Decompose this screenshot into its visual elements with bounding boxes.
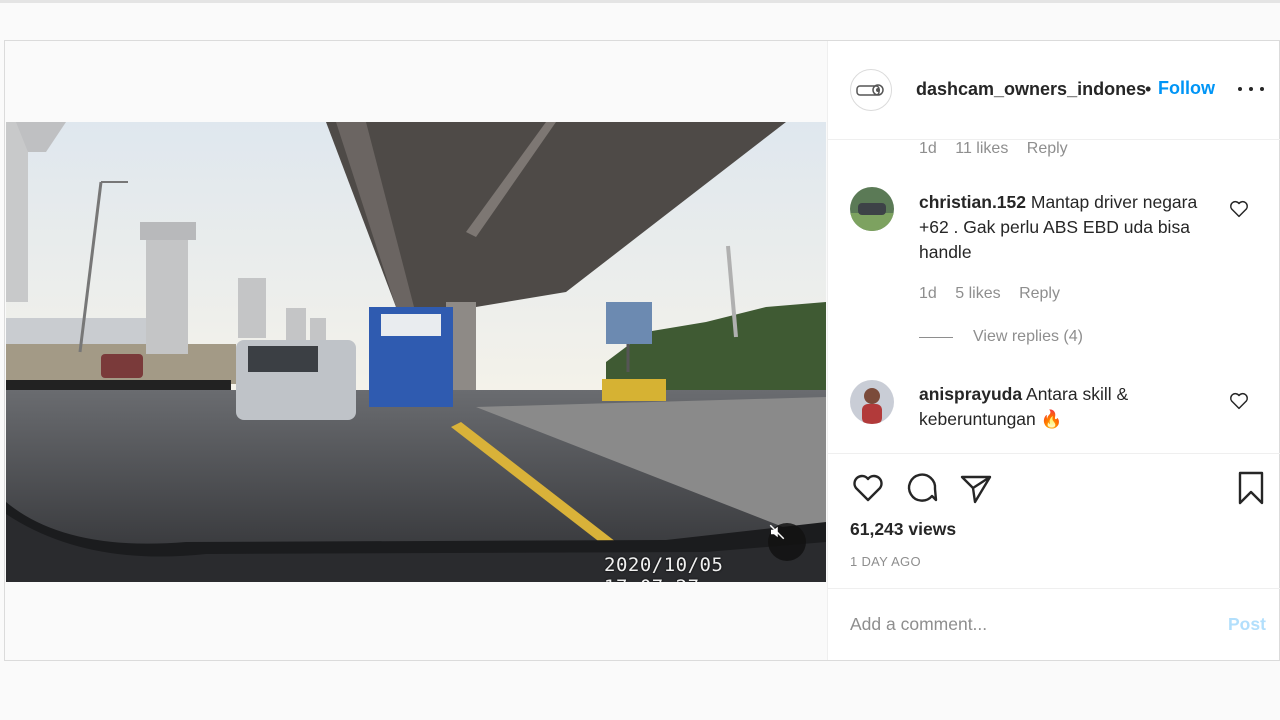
comment-icon[interactable] [904, 470, 940, 506]
post-header: dashcam_owners_indones • Follow [828, 41, 1280, 140]
bookmark-icon[interactable] [1233, 470, 1269, 506]
mute-button[interactable] [768, 523, 806, 561]
like-comment-heart-icon[interactable] [1228, 198, 1250, 220]
heart-icon[interactable] [850, 470, 886, 506]
more-options-icon[interactable] [1238, 77, 1264, 101]
header-separator: • [1145, 79, 1152, 99]
share-icon[interactable] [958, 470, 994, 506]
video-frame [6, 122, 826, 582]
comment-likes[interactable]: 5 likes [955, 285, 1000, 302]
comment-reply[interactable]: Reply [1019, 285, 1060, 302]
comment-username[interactable]: anisprayuda [919, 384, 1022, 404]
account-avatar[interactable] [850, 69, 892, 111]
comment-reply[interactable]: Reply [1027, 140, 1068, 157]
add-comment-input[interactable]: Add a comment... [850, 614, 987, 635]
account-username[interactable]: dashcam_owners_indones [916, 79, 1146, 100]
dashcam-video[interactable]: 2020/10/05 17:07:27 [6, 122, 826, 582]
view-count[interactable]: 61,243 views [850, 519, 956, 540]
mute-icon [769, 524, 785, 540]
comment-time: 1d [919, 285, 937, 302]
user-avatar-image [850, 187, 894, 231]
add-comment-divider [828, 588, 1280, 589]
like-comment-heart-icon[interactable] [1228, 390, 1250, 412]
comments-list: 1d 11 likes Reply christian.152 Mantap d… [828, 140, 1280, 450]
actions-divider [828, 453, 1280, 454]
comment-body: christian.152 Mantap driver negara +62 .… [919, 190, 1209, 265]
top-divider [0, 0, 1280, 3]
comment-body: anisprayuda Antara skill & keberuntungan… [919, 382, 1209, 432]
comment-username[interactable]: christian.152 [919, 192, 1026, 212]
comment-time: 1d [919, 140, 937, 157]
avatar[interactable] [850, 380, 894, 424]
post-comment-button[interactable]: Post [1228, 614, 1266, 635]
view-replies-label: View replies (4) [973, 328, 1083, 345]
post-sidebar: dashcam_owners_indones • Follow 1d 11 li… [827, 41, 1280, 660]
view-replies-button[interactable]: View replies (4) [919, 328, 1083, 346]
dashcam-logo-icon [856, 84, 884, 96]
replies-divider [919, 336, 953, 338]
post-time: 1 DAY AGO [850, 554, 921, 569]
comment-meta: 1d 11 likes Reply [919, 140, 1082, 158]
post-card: 2020/10/05 17:07:27 dashcam_owners_indon… [4, 40, 1280, 661]
post-media: 2020/10/05 17:07:27 [5, 41, 827, 660]
follow-button[interactable]: Follow [1158, 78, 1215, 99]
avatar[interactable] [850, 187, 894, 231]
comment-likes[interactable]: 11 likes [955, 140, 1008, 157]
comment-meta: 1d 5 likes Reply [919, 285, 1074, 303]
user-avatar-image [850, 380, 894, 424]
